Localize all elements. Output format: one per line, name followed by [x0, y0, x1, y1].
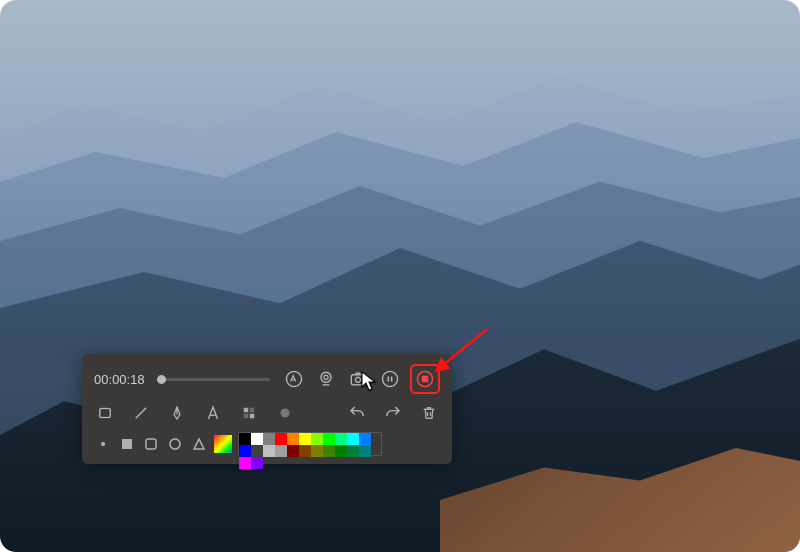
- size-dot-icon[interactable]: [94, 435, 112, 453]
- color-swatch[interactable]: [347, 433, 359, 445]
- recording-timer: 00:00:18: [94, 372, 145, 387]
- delete-button[interactable]: [418, 402, 440, 424]
- color-swatch[interactable]: [251, 433, 263, 445]
- blur-tool[interactable]: [238, 402, 260, 424]
- color-swatch[interactable]: [263, 433, 275, 445]
- line-tool[interactable]: [130, 402, 152, 424]
- color-swatch[interactable]: [347, 445, 359, 457]
- stop-button[interactable]: [414, 368, 436, 390]
- color-swatch[interactable]: [311, 433, 323, 445]
- color-picker-button[interactable]: [214, 435, 232, 453]
- color-swatch[interactable]: [239, 445, 251, 457]
- annotate-pen-button[interactable]: [282, 367, 306, 391]
- progress-track[interactable]: [157, 378, 270, 381]
- stop-button-highlight: [410, 364, 440, 394]
- screen-recorder-toolbar: 00:00:18: [82, 354, 452, 464]
- color-swatch[interactable]: [299, 433, 311, 445]
- color-swatch[interactable]: [287, 445, 299, 457]
- color-swatch[interactable]: [359, 445, 371, 457]
- pause-button[interactable]: [378, 367, 402, 391]
- dot-tool[interactable]: [274, 402, 296, 424]
- color-swatch[interactable]: [275, 445, 287, 457]
- text-tool[interactable]: [202, 402, 224, 424]
- color-swatch[interactable]: [287, 433, 299, 445]
- triangle-shape[interactable]: [190, 435, 208, 453]
- pen-tool[interactable]: [166, 402, 188, 424]
- color-swatch[interactable]: [311, 445, 323, 457]
- color-swatch[interactable]: [263, 445, 275, 457]
- color-swatch[interactable]: [239, 457, 251, 469]
- undo-button[interactable]: [346, 402, 368, 424]
- redo-button[interactable]: [382, 402, 404, 424]
- color-swatch[interactable]: [275, 433, 287, 445]
- webcam-button[interactable]: [314, 367, 338, 391]
- color-swatch[interactable]: [335, 433, 347, 445]
- screenshot-button[interactable]: [346, 367, 370, 391]
- color-swatch[interactable]: [299, 445, 311, 457]
- color-swatch[interactable]: [323, 433, 335, 445]
- color-swatch[interactable]: [251, 457, 263, 469]
- outline-square-shape[interactable]: [142, 435, 160, 453]
- color-swatch[interactable]: [359, 433, 371, 445]
- shape-color-row: [94, 432, 440, 456]
- annotation-tools-row: [94, 402, 440, 424]
- rectangle-tool[interactable]: [94, 402, 116, 424]
- circle-shape[interactable]: [166, 435, 184, 453]
- color-swatch[interactable]: [323, 445, 335, 457]
- color-palette: [238, 432, 382, 456]
- color-swatch[interactable]: [239, 433, 251, 445]
- color-swatch[interactable]: [335, 445, 347, 457]
- recorder-controls-row: 00:00:18: [94, 364, 440, 394]
- color-swatch[interactable]: [251, 445, 263, 457]
- filled-square-shape[interactable]: [118, 435, 136, 453]
- desktop-wallpaper: [0, 0, 800, 552]
